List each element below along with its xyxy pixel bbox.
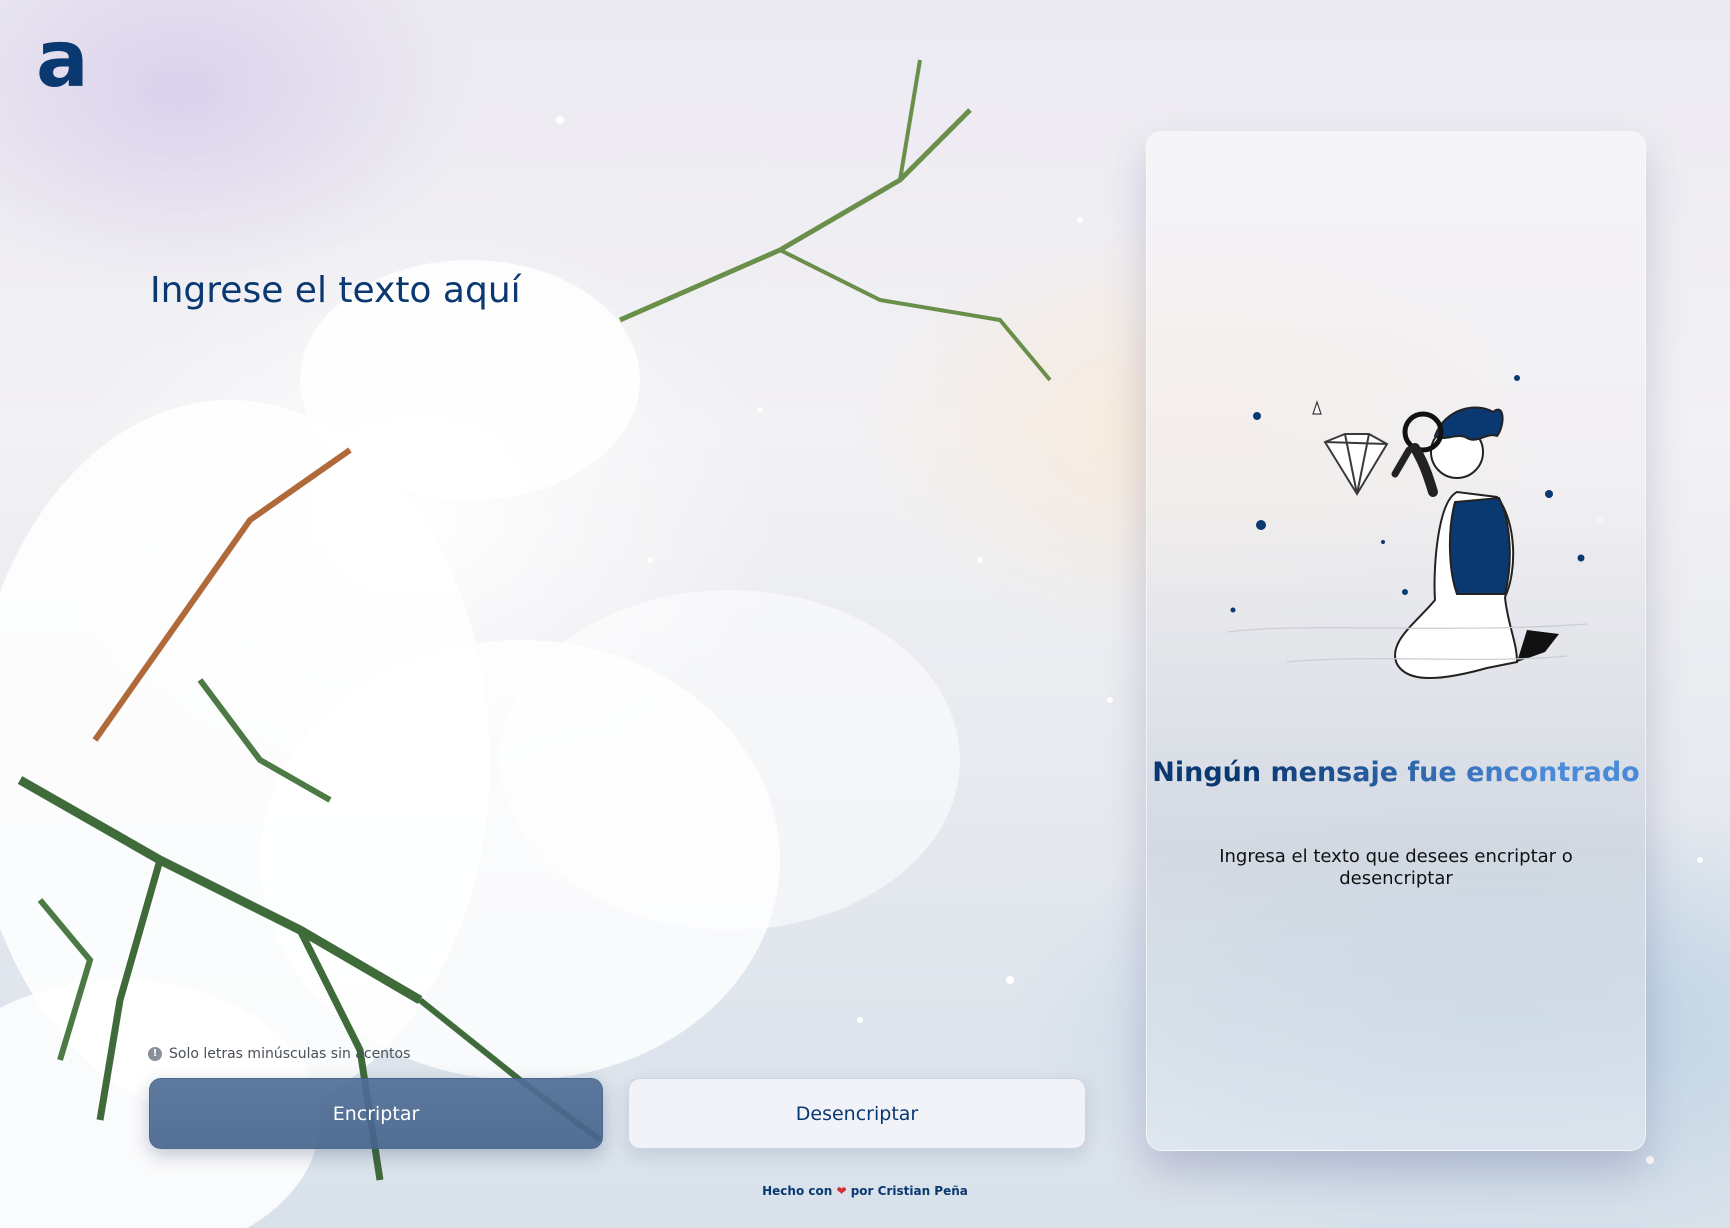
scene-dots — [1230, 375, 1585, 613]
footer-prefix: Hecho con — [762, 1184, 833, 1198]
hint-text: Solo letras minúsculas sin acentos — [169, 1046, 411, 1062]
search-illustration — [1226, 375, 1588, 680]
footer: Hecho con ❤ por Cristian Peña — [0, 1184, 1730, 1198]
footer-author: por Cristian Peña — [850, 1184, 968, 1198]
diamond-icon — [1312, 400, 1389, 496]
empty-state-title: Ningún mensaje fue encontrado — [1147, 756, 1645, 789]
empty-state-message: Ingresa el texto que desees encriptar o … — [1219, 846, 1573, 889]
encrypt-button[interactable]: Encriptar — [149, 1078, 603, 1149]
man-icon — [1226, 406, 1588, 680]
heart-icon: ❤ — [836, 1184, 847, 1198]
decrypt-button[interactable]: Desencriptar — [628, 1078, 1086, 1149]
input-hint: ! Solo letras minúsculas sin acentos — [148, 1046, 410, 1062]
alura-logo[interactable]: a — [36, 21, 89, 99]
output-panel: Ningún mensaje fue encontrado Ingresa el… — [1146, 131, 1646, 1151]
info-icon: ! — [148, 1047, 162, 1061]
text-input[interactable] — [150, 268, 1050, 968]
